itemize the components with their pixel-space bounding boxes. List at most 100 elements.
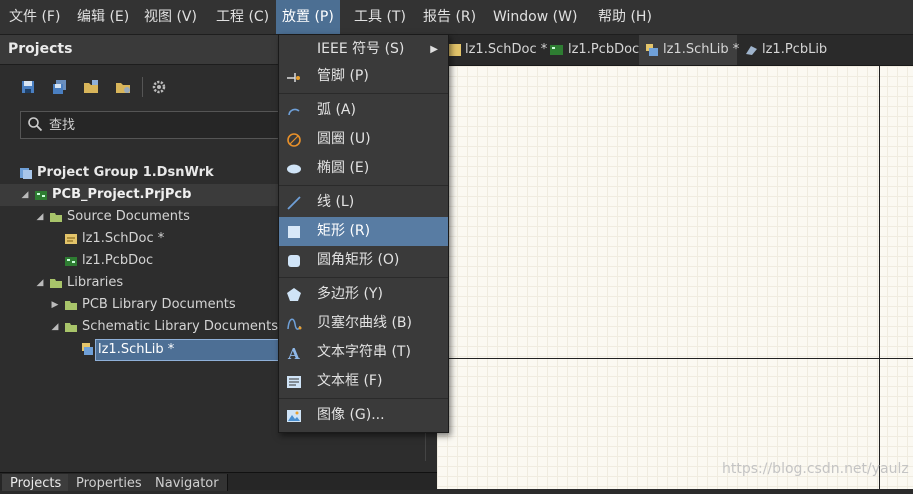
bezier-icon bbox=[287, 318, 302, 330]
menu-reports[interactable]: 报告 (R) bbox=[417, 0, 482, 34]
expand-arrow-icon[interactable]: ◢ bbox=[50, 316, 60, 338]
schematic-canvas[interactable]: https://blog.csdn.net/yaulz bbox=[437, 66, 913, 489]
doc-tab-pcbdoc[interactable]: lz1.PcbDoc bbox=[547, 35, 639, 65]
pcb-doc-icon bbox=[65, 257, 77, 266]
menu-separator bbox=[279, 185, 448, 186]
doc-tab-label: lz1.SchLib * bbox=[663, 42, 740, 57]
expand-arrow-icon[interactable]: ◢ bbox=[35, 272, 45, 294]
round-rectangle-icon bbox=[288, 255, 300, 267]
doc-tab-label: lz1.PcbLib bbox=[762, 42, 828, 57]
menu-help[interactable]: 帮助 (H) bbox=[592, 0, 658, 34]
menu-separator bbox=[279, 398, 448, 399]
tree-label-sch-libs: Schematic Library Documents bbox=[82, 319, 278, 334]
rectangle-icon bbox=[288, 226, 300, 238]
collapse-arrow-icon[interactable]: ▶ bbox=[50, 294, 60, 316]
doc-tab-pcblib[interactable]: lz1.PcbLib bbox=[743, 35, 833, 65]
watermark-text: https://blog.csdn.net/yaulz bbox=[722, 461, 909, 477]
menu-item-text-string[interactable]: A 文本字符串 (T) bbox=[279, 338, 448, 367]
menu-item-label: 椭圆 (E) bbox=[317, 160, 370, 176]
schematic-doc-icon bbox=[448, 44, 461, 56]
menu-item-label: 多边形 (Y) bbox=[317, 286, 383, 302]
menu-item-label: 线 (L) bbox=[317, 194, 355, 210]
menu-item-label: IEEE 符号 (S) bbox=[317, 41, 405, 57]
menu-edit[interactable]: 编辑 (E) bbox=[71, 0, 135, 34]
menu-separator bbox=[279, 277, 448, 278]
menu-item-circle[interactable]: 圆圈 (U) bbox=[279, 125, 448, 154]
pcb-project-icon bbox=[35, 191, 47, 200]
tree-label-pcb-libs: PCB Library Documents bbox=[82, 297, 236, 312]
svg-text:A: A bbox=[287, 345, 300, 361]
origin-axis-horizontal bbox=[437, 358, 913, 359]
doc-tab-label: lz1.SchDoc * bbox=[465, 42, 548, 57]
menu-item-label: 管脚 (P) bbox=[317, 68, 369, 84]
menu-separator bbox=[279, 93, 448, 94]
doc-tab-label: lz1.PcbDoc bbox=[568, 42, 640, 57]
tree-label-source-docs: Source Documents bbox=[67, 209, 190, 224]
open-folder-icon[interactable] bbox=[83, 79, 99, 95]
pcb-doc-icon bbox=[550, 45, 563, 55]
menu-view[interactable]: 视图 (V) bbox=[138, 0, 203, 34]
text-string-icon: A bbox=[287, 345, 300, 361]
expand-arrow-icon[interactable]: ◢ bbox=[20, 184, 30, 206]
schematic-lib-icon bbox=[82, 343, 93, 355]
folder-icon bbox=[50, 279, 62, 288]
menu-tools[interactable]: 工具 (T) bbox=[348, 0, 412, 34]
save-all-icon[interactable] bbox=[52, 79, 68, 95]
line-icon bbox=[287, 196, 301, 210]
save-icon[interactable] bbox=[20, 79, 36, 95]
tree-label-schdoc: lz1.SchDoc * bbox=[82, 231, 165, 246]
menu-item-text-frame[interactable]: 文本框 (F) bbox=[279, 367, 448, 396]
arc-icon bbox=[288, 108, 300, 116]
polygon-icon bbox=[287, 288, 301, 301]
menu-item-image[interactable]: 图像 (G)... bbox=[279, 401, 448, 430]
pin-icon bbox=[287, 73, 300, 82]
tree-row-schlib[interactable]: lz1.SchLib * bbox=[78, 338, 279, 361]
menu-project[interactable]: 工程 (C) bbox=[210, 0, 275, 34]
panel-title: Projects bbox=[8, 41, 73, 57]
menu-item-ellipse[interactable]: 椭圆 (E) bbox=[279, 154, 448, 183]
folder-icon bbox=[65, 323, 77, 332]
text-frame-icon bbox=[287, 376, 301, 388]
menu-window[interactable]: Window (W) bbox=[487, 0, 583, 34]
tree-label-schlib: lz1.SchLib * bbox=[95, 339, 279, 361]
schematic-doc-icon bbox=[65, 234, 77, 244]
search-icon bbox=[28, 117, 43, 132]
menu-item-line[interactable]: 线 (L) bbox=[279, 188, 448, 217]
origin-axis-vertical bbox=[879, 66, 880, 489]
menu-item-pin[interactable]: 管脚 (P) bbox=[279, 62, 448, 91]
image-icon bbox=[287, 410, 301, 422]
menu-item-rectangle[interactable]: 矩形 (R) bbox=[279, 217, 448, 246]
menu-place[interactable]: 放置 (P) bbox=[276, 0, 340, 34]
panel-bottom-tabs: Projects Properties Navigator bbox=[0, 472, 437, 491]
tree-label-pcbdoc: lz1.PcbDoc bbox=[82, 253, 154, 268]
submenu-arrow-icon: ▶ bbox=[430, 44, 438, 55]
gear-icon[interactable] bbox=[151, 79, 167, 95]
menu-item-label: 文本字符串 (T) bbox=[317, 344, 411, 360]
menu-item-round-rectangle[interactable]: 圆角矩形 (O) bbox=[279, 246, 448, 275]
menu-item-label: 弧 (A) bbox=[317, 102, 356, 118]
menu-item-ieee-symbol[interactable]: IEEE 符号 (S) ▶ bbox=[279, 35, 448, 64]
schematic-lib-icon bbox=[646, 44, 658, 56]
tree-label-group: Project Group 1.DsnWrk bbox=[37, 165, 214, 180]
tab-properties[interactable]: Properties bbox=[68, 474, 151, 491]
menu-file[interactable]: 文件 (F) bbox=[3, 0, 66, 34]
tab-navigator[interactable]: Navigator bbox=[147, 474, 228, 491]
menu-item-arc[interactable]: 弧 (A) bbox=[279, 96, 448, 125]
menu-item-label: 圆角矩形 (O) bbox=[317, 252, 400, 268]
doc-tab-schlib[interactable]: lz1.SchLib * bbox=[639, 35, 740, 65]
menu-item-label: 图像 (G)... bbox=[317, 407, 385, 423]
menu-item-polygon[interactable]: 多边形 (Y) bbox=[279, 280, 448, 309]
tree-label-libraries: Libraries bbox=[67, 275, 124, 290]
doc-tab-schdoc[interactable]: lz1.SchDoc * bbox=[447, 35, 547, 65]
menu-item-bezier[interactable]: 贝塞尔曲线 (B) bbox=[279, 309, 448, 338]
menu-item-label: 矩形 (R) bbox=[317, 223, 371, 239]
expand-arrow-icon[interactable]: ◢ bbox=[35, 206, 45, 228]
menu-item-label: 贝塞尔曲线 (B) bbox=[317, 315, 412, 331]
menu-item-label: 文本框 (F) bbox=[317, 373, 383, 389]
ellipse-icon bbox=[287, 164, 301, 174]
folder-icon bbox=[50, 213, 62, 222]
tree-label-project: PCB_Project.PrjPcb bbox=[52, 187, 192, 202]
folder-settings-icon[interactable] bbox=[115, 79, 131, 95]
workspace-icon bbox=[20, 168, 32, 179]
tab-projects[interactable]: Projects bbox=[2, 474, 71, 491]
